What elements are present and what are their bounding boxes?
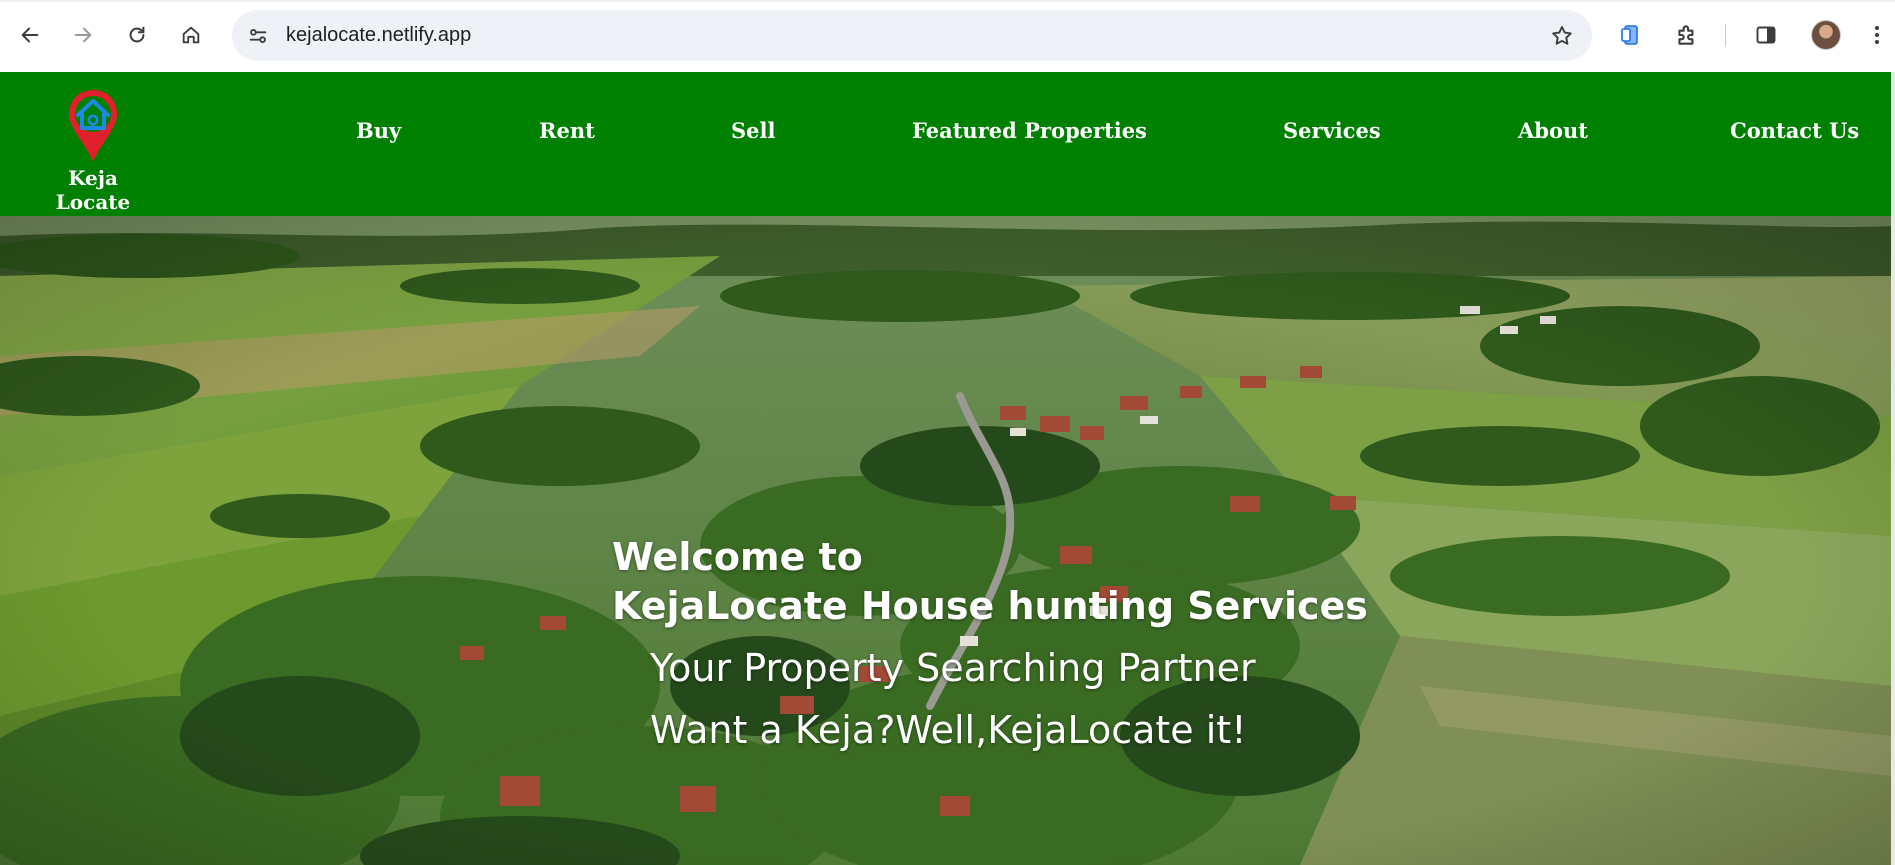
nav-sell[interactable]: Sell — [731, 118, 775, 143]
site-info-button[interactable] — [244, 22, 272, 50]
avatar[interactable] — [1811, 20, 1841, 50]
location-pin-house-icon — [69, 90, 117, 162]
nav-featured-properties[interactable]: Featured Properties — [912, 118, 1147, 143]
star-icon — [1552, 26, 1572, 45]
reload-icon — [129, 26, 145, 43]
back-button[interactable] — [12, 17, 48, 53]
arrow-right-icon — [74, 27, 92, 43]
webpage: Keja Locate Buy Rent Sell Featured Prope… — [0, 72, 1891, 865]
extensions-button[interactable] — [1670, 18, 1704, 52]
bookmark-button[interactable] — [1548, 22, 1576, 50]
tune-icon — [249, 29, 267, 43]
url-text[interactable]: kejalocate.netlify.app — [286, 24, 471, 47]
home-button[interactable] — [173, 17, 209, 53]
toolbar-divider — [1725, 24, 1726, 46]
forward-button[interactable] — [65, 17, 101, 53]
nav-rent[interactable]: Rent — [539, 118, 595, 143]
nav-contact-us[interactable]: Contact Us — [1730, 118, 1859, 143]
brand-name: Keja Locate — [55, 166, 131, 214]
tagline-1: Your Property Searching Partner — [650, 646, 1256, 690]
reload-button[interactable] — [119, 17, 155, 53]
side-panel-button[interactable] — [1749, 18, 1783, 52]
arrow-left-icon — [21, 27, 39, 43]
tagline-2: Want a Keja?Well,KejaLocate it! — [650, 708, 1247, 752]
menu-button[interactable] — [1865, 18, 1889, 52]
puzzle-app-icon — [1621, 25, 1638, 45]
extension-app-button[interactable] — [1614, 18, 1648, 52]
kebab-menu-icon — [1875, 26, 1879, 44]
welcome-heading: Welcome to KejaLocate House hunting Serv… — [612, 533, 1368, 631]
nav-about[interactable]: About — [1518, 118, 1588, 143]
scrollbar[interactable] — [1891, 72, 1895, 865]
welcome-line-1: Welcome to — [612, 535, 863, 579]
nav-services[interactable]: Services — [1283, 118, 1381, 143]
nav-buy[interactable]: Buy — [356, 118, 401, 143]
browser-toolbar: kejalocate.netlify.app — [0, 0, 1895, 72]
tab-strip-edge — [0, 0, 1895, 2]
puzzle-icon — [1678, 25, 1694, 45]
side-panel-icon — [1756, 26, 1776, 44]
logo[interactable]: Keja Locate — [30, 86, 156, 214]
home-icon — [182, 26, 200, 44]
hero-section: Welcome to KejaLocate House hunting Serv… — [0, 216, 1891, 865]
address-bar[interactable]: kejalocate.netlify.app — [232, 10, 1592, 61]
site-header: Keja Locate Buy Rent Sell Featured Prope… — [0, 72, 1891, 216]
welcome-line-2: KejaLocate House hunting Services — [612, 584, 1368, 628]
